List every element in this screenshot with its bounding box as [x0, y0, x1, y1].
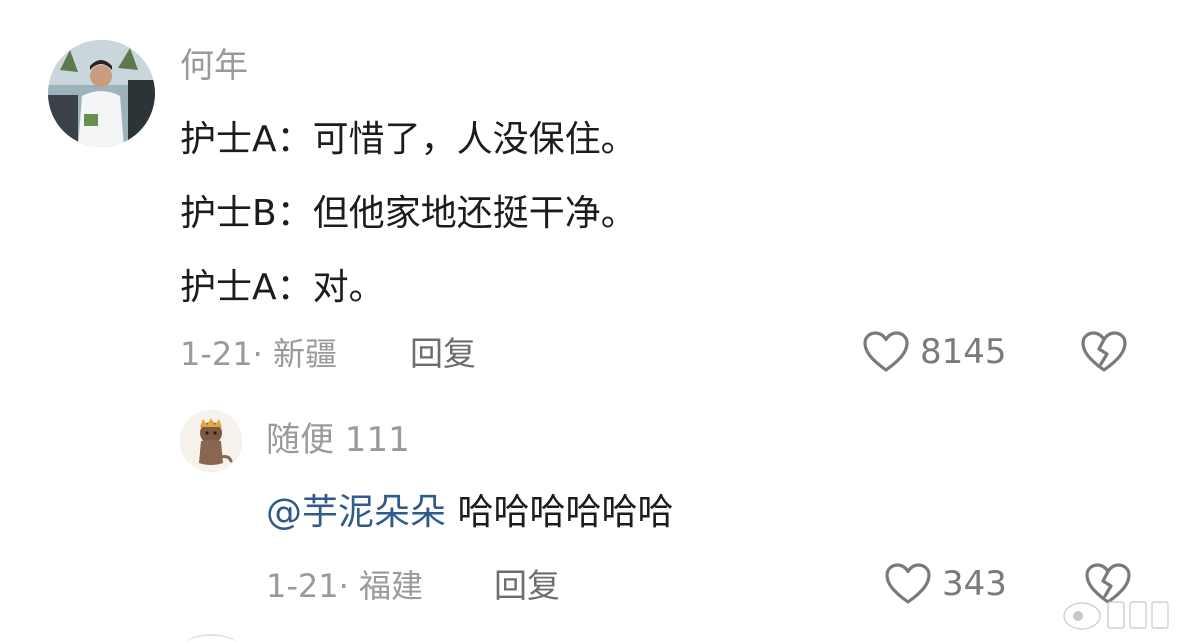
reply-like-button[interactable]: 343: [884, 562, 1007, 606]
comment-line-3: 护士A：对。: [180, 267, 385, 308]
avatar[interactable]: [48, 40, 155, 147]
comment-author[interactable]: 何年: [180, 46, 248, 86]
reply-body: @芋泥朵朵 哈哈哈哈哈哈: [266, 491, 673, 535]
next-comment-avatar-edge: [186, 634, 236, 642]
comment-line-1: 护士A：可惜了，人没保住。: [180, 119, 637, 160]
comment-dislike-button[interactable]: [1080, 330, 1128, 378]
reply-avatar-image: [181, 411, 241, 471]
comment-line-2: 护士B：但他家地还挺干净。: [180, 193, 637, 234]
reply-like-count: 343: [942, 564, 1007, 604]
reply-reply-button[interactable]: 回复: [494, 566, 560, 606]
reply-text: 哈哈哈哈哈哈: [457, 492, 674, 533]
broken-heart-icon: [1081, 331, 1127, 372]
reply-author[interactable]: 随便 111: [266, 420, 410, 460]
comment-like-button[interactable]: 8145: [862, 330, 1007, 374]
reply-mention-link[interactable]: @芋泥朵朵: [266, 492, 446, 533]
comment-date-location: 1-21· 新疆: [180, 335, 337, 373]
reply-avatar[interactable]: [180, 410, 242, 472]
comment-like-count: 8145: [920, 332, 1007, 372]
broken-heart-icon: [1085, 563, 1131, 604]
comment-reply-button[interactable]: 回复: [410, 334, 476, 374]
heart-outline-icon: [885, 563, 931, 604]
reply-date-location: 1-21· 福建: [266, 567, 423, 605]
reply-dislike-button[interactable]: [1084, 562, 1132, 610]
heart-outline-icon: [863, 331, 909, 372]
comment-thread: 何年 护士A：可惜了，人没保住。 护士B：但他家地还挺干净。 护士A：对。 1-…: [0, 0, 1179, 642]
avatar-photo: [48, 40, 155, 147]
